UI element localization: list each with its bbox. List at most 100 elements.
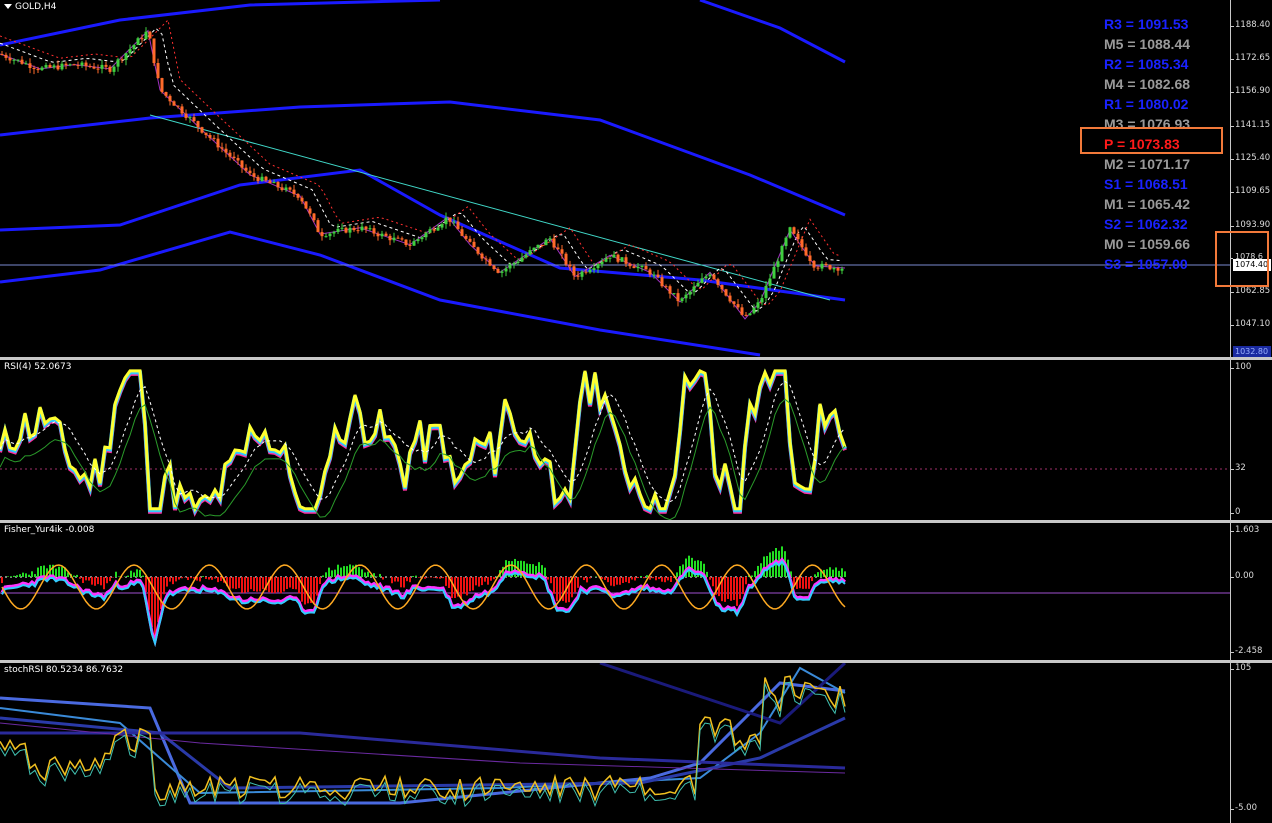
fisher-histogram-bar xyxy=(433,577,435,578)
axis-tick-mark xyxy=(1231,513,1234,514)
fisher-histogram-bar xyxy=(274,577,276,594)
candle-body xyxy=(460,229,464,236)
axis-tick-mark xyxy=(1231,809,1234,810)
candle-body xyxy=(260,176,264,182)
candle-body xyxy=(532,247,536,251)
envelope-band-line xyxy=(0,0,441,47)
candle-body xyxy=(196,121,200,128)
candle-body xyxy=(516,261,520,263)
candle-body xyxy=(524,254,528,258)
axis-tick-mark xyxy=(1231,325,1234,326)
candle-body xyxy=(472,241,476,248)
candle-body xyxy=(296,193,300,198)
candle-body xyxy=(660,277,664,287)
fisher-histogram-bar xyxy=(808,577,810,589)
fisher-pane[interactable]: Fisher_Yur4ik -0.008 xyxy=(0,523,1230,660)
fisher-histogram-bar xyxy=(712,577,714,587)
candle-body xyxy=(348,227,352,233)
fisher-histogram-bar xyxy=(619,577,621,585)
fisher-histogram-bar xyxy=(55,568,57,577)
stochrsi-pane[interactable]: stochRSI 80.5234 86.7632 xyxy=(0,663,1230,823)
candle-body xyxy=(36,69,40,71)
candle-body xyxy=(608,257,612,259)
fisher-histogram-bar xyxy=(205,577,207,579)
fisher-histogram-bar xyxy=(10,576,12,577)
candle-body xyxy=(200,127,204,133)
fisher-histogram-bar xyxy=(76,574,78,577)
fisher-histogram-bar xyxy=(841,568,843,577)
axis-tick-mark xyxy=(1231,291,1234,293)
candle-body xyxy=(684,294,688,299)
axis-tick-label: 100 xyxy=(1235,362,1252,372)
fisher-histogram-bar xyxy=(409,577,411,583)
candle-body xyxy=(836,267,840,271)
fisher-histogram-bar xyxy=(25,573,27,577)
fisher-histogram-bar xyxy=(139,569,141,577)
candle-body xyxy=(304,201,308,209)
stochrsi-axis[interactable]: 105 -5.00 xyxy=(1230,663,1272,823)
pivot-highlight-box xyxy=(1080,127,1223,154)
candle-body xyxy=(664,286,668,288)
fisher-histogram-bar xyxy=(754,571,756,577)
fisher-histogram-bar xyxy=(400,577,402,588)
fisher-histogram-bar xyxy=(238,577,240,589)
candle-body xyxy=(772,266,776,279)
candle-body xyxy=(204,132,208,136)
fisher-histogram-bar xyxy=(418,577,420,578)
fisher-line-magenta xyxy=(0,556,847,647)
price-chart-pane[interactable]: GOLD,H4 R3 = 1091.53 M5 = 1088.44 R2 = 108… xyxy=(0,0,1230,357)
candle-body xyxy=(156,63,160,79)
candle-body xyxy=(616,254,620,262)
price-axis[interactable]: 1188.40 1172.65 1156.90 1141.15 1125.40 1109.… xyxy=(1230,0,1272,357)
fisher-histogram-bar xyxy=(799,577,801,589)
fisher-histogram-bar xyxy=(256,577,258,592)
candle-body xyxy=(384,233,388,236)
rsi-pane[interactable]: RSI(4) 52.0673 xyxy=(0,360,1230,520)
fisher-histogram-bar xyxy=(613,577,615,587)
candle-body xyxy=(496,269,500,273)
fisher-axis[interactable]: 1.603 0.00 -2.458 xyxy=(1230,523,1272,660)
candle-body xyxy=(804,247,808,256)
fisher-histogram-bar xyxy=(250,577,252,590)
candle-body xyxy=(480,253,484,259)
fisher-histogram-bar xyxy=(826,569,828,577)
candle-body xyxy=(404,239,408,245)
chart-symbol-title[interactable]: GOLD,H4 xyxy=(4,2,56,12)
candle-body xyxy=(792,227,796,234)
fisher-histogram-bar xyxy=(13,575,15,577)
fisher-histogram-bar xyxy=(187,577,189,581)
pivot-level-9: M1 = 1065.42 xyxy=(1104,196,1191,212)
candle-body xyxy=(356,230,360,232)
candle-body xyxy=(120,59,124,61)
fisher-histogram-bar xyxy=(487,577,489,585)
fisher-histogram-bar xyxy=(16,575,18,577)
candle-body xyxy=(508,264,512,269)
fisher-histogram-bar xyxy=(106,577,108,584)
candle-body xyxy=(44,65,48,68)
fisher-histogram-bar xyxy=(643,577,645,579)
fisher-histogram-bar xyxy=(94,577,96,586)
fisher-histogram-bar xyxy=(367,571,369,577)
fisher-histogram-bar xyxy=(271,577,273,593)
fisher-histogram-bar xyxy=(328,567,330,577)
candle-body xyxy=(148,31,152,39)
candle-body xyxy=(316,220,320,233)
fisher-histogram-bar xyxy=(316,577,318,596)
fisher-histogram-bar xyxy=(676,572,678,577)
rsi-axis[interactable]: 100 32 0 xyxy=(1230,360,1272,520)
candle-body xyxy=(344,227,348,233)
candle-body xyxy=(300,197,304,202)
axis-tick-mark xyxy=(1231,125,1234,127)
axis-tick-label: 1093.90 xyxy=(1235,219,1271,230)
fisher-histogram-bar xyxy=(817,572,819,577)
fisher-histogram-bar xyxy=(262,577,264,589)
candle-body xyxy=(232,156,236,159)
fisher-histogram-bar xyxy=(658,577,660,580)
candle-body xyxy=(628,263,632,267)
candle-body xyxy=(788,227,792,238)
candle-body xyxy=(656,274,660,278)
fisher-histogram-bar xyxy=(241,577,243,593)
candle-body xyxy=(76,65,80,67)
candle-body xyxy=(424,232,428,238)
candle-body xyxy=(640,266,644,268)
